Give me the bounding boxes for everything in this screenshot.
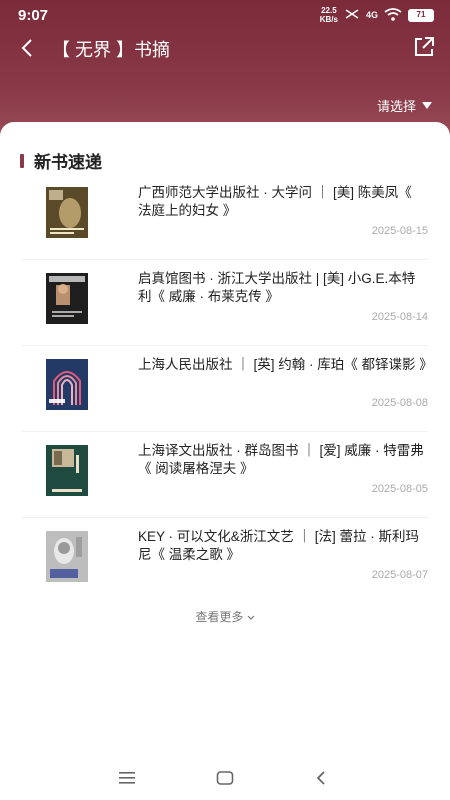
status-bar: 9:07 22.5 KB/s 4G 71 [0, 0, 450, 30]
home-square-icon [216, 771, 234, 785]
book-date: 2025-08-08 [371, 397, 428, 409]
menu-button[interactable] [118, 770, 136, 791]
system-navigation-bar [0, 762, 450, 800]
back-triangle-icon [316, 771, 325, 785]
book-title: KEY · 可以文化&浙江文艺 ｜ [法] 蕾拉 · 斯利玛尼《 温柔之歌 》 [138, 529, 420, 562]
book-item[interactable]: 启真馆图书 · 浙江大学出版社 | [美] 小G.E.本特利《 威廉 · 布莱克… [22, 260, 428, 346]
no-signal-icon [344, 8, 360, 22]
content-card: 新书速递 广西师范大学出版社 · 大学问 ｜ [美] 陈美凤《 法庭上的妇女 》… [0, 122, 450, 762]
status-time: 9:07 [18, 6, 49, 24]
book-title: 启真馆图书 · 浙江大学出版社 | [美] 小G.E.本特利《 威廉 · 布莱克… [138, 271, 416, 304]
book-cover [46, 187, 88, 238]
book-date: 2025-08-15 [371, 225, 428, 237]
network-speed: 22.5 KB/s [319, 6, 338, 24]
nav-bar: 【 无界 】书摘 [0, 30, 450, 66]
back-arrow-icon [21, 39, 32, 57]
book-cover [46, 445, 88, 496]
view-more-label: 查看更多 [195, 610, 244, 624]
wifi-icon [384, 7, 402, 23]
book-title: 广西师范大学出版社 · 大学问 ｜ [美] 陈美凤《 法庭上的妇女 》 [138, 185, 412, 218]
book-item[interactable]: 上海人民出版社 ｜ [英] 约翰 · 库珀《 都铎谍影 》 2025-08-08 [22, 346, 433, 432]
battery-icon: 71 [408, 8, 434, 22]
page-title: 【 无界 】书摘 [52, 40, 171, 60]
book-item[interactable]: KEY · 可以文化&浙江文艺 ｜ [法] 蕾拉 · 斯利玛尼《 温柔之歌 》 … [22, 518, 428, 604]
system-back-button[interactable] [314, 770, 328, 791]
book-item[interactable]: 广西师范大学出版社 · 大学问 ｜ [美] 陈美凤《 法庭上的妇女 》 2025… [22, 174, 428, 260]
book-cover [46, 273, 88, 324]
book-date: 2025-08-07 [371, 569, 428, 581]
share-button[interactable] [412, 35, 436, 59]
section-header: 新书速递 [20, 148, 102, 173]
filter-label: 请选择 [376, 99, 416, 114]
back-button[interactable] [16, 36, 40, 60]
share-icon [415, 37, 434, 56]
book-date: 2025-08-05 [371, 483, 428, 495]
dropdown-triangle-icon [422, 102, 432, 109]
section-title: 新书速递 [34, 153, 102, 172]
section-accent-bar [20, 153, 24, 168]
menu-icon [119, 772, 135, 784]
book-list: 广西师范大学出版社 · 大学问 ｜ [美] 陈美凤《 法庭上的妇女 》 2025… [22, 174, 433, 604]
book-cover [46, 531, 88, 582]
filter-select[interactable]: 请选择 [377, 96, 432, 115]
book-cover [46, 359, 88, 410]
book-item[interactable]: 上海译文出版社 · 群岛图书 ｜ [爱] 威廉 · 特雷弗《 阅读屠格涅夫 》 … [22, 432, 428, 518]
book-date: 2025-08-14 [371, 311, 428, 323]
view-more-button[interactable]: 查看更多 [0, 608, 450, 625]
status-icons: 22.5 KB/s 4G 71 [320, 6, 434, 24]
home-button[interactable] [216, 770, 234, 791]
signal-label: 4G [365, 10, 378, 20]
chevron-down-icon [247, 610, 255, 624]
book-title: 上海译文出版社 · 群岛图书 ｜ [爱] 威廉 · 特雷弗《 阅读屠格涅夫 》 [138, 443, 424, 476]
book-title: 上海人民出版社 ｜ [英] 约翰 · 库珀《 都铎谍影 》 [138, 357, 433, 372]
